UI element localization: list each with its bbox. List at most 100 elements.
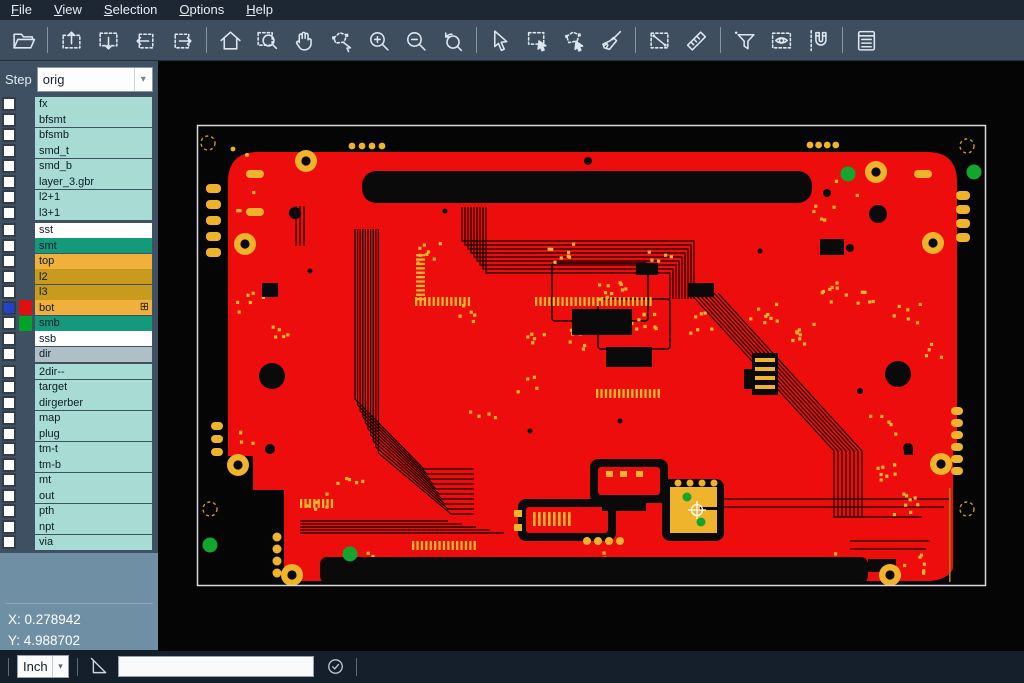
layer-row-tm-t[interactable]: tm-t xyxy=(0,442,158,457)
toolbar-zoom-out-button[interactable] xyxy=(397,24,434,57)
menu-help[interactable]: Help xyxy=(235,1,284,20)
toolbar-measure-line-button[interactable] xyxy=(641,24,678,57)
layer-row-bfsmt[interactable]: bfsmt xyxy=(0,113,158,128)
toolbar-pan-hand-button[interactable] xyxy=(286,24,323,57)
layer-visibility-checkbox[interactable] xyxy=(2,254,16,268)
layer-color-swatch[interactable] xyxy=(19,411,32,426)
toolbar-open-folder-button[interactable] xyxy=(5,24,42,57)
layer-visibility-checkbox[interactable] xyxy=(2,270,16,284)
layer-color-swatch[interactable] xyxy=(19,519,32,534)
units-select[interactable]: Inch ▾ xyxy=(17,655,69,678)
layer-visibility-checkbox[interactable] xyxy=(2,473,16,487)
toolbar-pan-left-button[interactable] xyxy=(127,24,164,57)
menu-selection[interactable]: Selection xyxy=(93,1,168,20)
layer-row-fx[interactable]: fx xyxy=(0,97,158,112)
layer-color-swatch[interactable] xyxy=(19,316,32,331)
layer-row-plug[interactable]: plug xyxy=(0,427,158,442)
layer-color-swatch[interactable] xyxy=(19,238,32,253)
command-input[interactable] xyxy=(118,656,314,677)
layer-visibility-checkbox[interactable] xyxy=(2,239,16,253)
layer-row-2dir-[interactable]: 2dir-- xyxy=(0,365,158,380)
layer-color-swatch[interactable] xyxy=(19,143,32,158)
layer-color-swatch[interactable] xyxy=(19,159,32,174)
toolbar-select-polygon-button[interactable] xyxy=(556,24,593,57)
layer-color-swatch[interactable] xyxy=(19,473,32,488)
layer-visibility-checkbox[interactable] xyxy=(2,97,16,111)
layer-visibility-checkbox[interactable] xyxy=(2,380,16,394)
layer-row-layer-3-gbr[interactable]: layer_3.gbr xyxy=(0,175,158,190)
layer-color-swatch[interactable] xyxy=(19,504,32,519)
layer-color-swatch[interactable] xyxy=(19,112,32,127)
toolbar-pan-up-button[interactable] xyxy=(53,24,90,57)
layer-color-swatch[interactable] xyxy=(19,300,32,315)
toolbar-snap-magnet-button[interactable] xyxy=(800,24,837,57)
toolbar-zoom-in-button[interactable] xyxy=(360,24,397,57)
layer-visibility-checkbox[interactable] xyxy=(2,427,16,441)
layer-row-dir[interactable]: dir xyxy=(0,347,158,362)
layer-row-npt[interactable]: npt xyxy=(0,520,158,535)
pcb-canvas[interactable] xyxy=(158,61,1024,650)
layer-row-pth[interactable]: pth xyxy=(0,504,158,519)
layer-visibility-checkbox[interactable] xyxy=(2,175,16,189)
layer-row-bfsmb[interactable]: bfsmb xyxy=(0,128,158,143)
layer-visibility-checkbox[interactable] xyxy=(2,113,16,127)
layer-visibility-checkbox[interactable] xyxy=(2,535,16,549)
apply-refresh-icon[interactable] xyxy=(322,654,348,680)
toolbar-zoom-window-button[interactable] xyxy=(249,24,286,57)
layer-row-bot[interactable]: bot⊞ xyxy=(0,301,158,316)
menu-view[interactable]: View xyxy=(43,1,93,20)
layer-visibility-checkbox[interactable] xyxy=(2,159,16,173)
layer-color-swatch[interactable] xyxy=(19,347,32,362)
layer-color-swatch[interactable] xyxy=(19,254,32,269)
layer-visibility-checkbox[interactable] xyxy=(2,144,16,158)
layer-visibility-checkbox[interactable] xyxy=(2,504,16,518)
toolbar-zoom-polygon-button[interactable] xyxy=(323,24,360,57)
layer-row-smd-b[interactable]: smd_b xyxy=(0,159,158,174)
toolbar-pan-right-button[interactable] xyxy=(164,24,201,57)
layer-color-swatch[interactable] xyxy=(19,269,32,284)
layer-color-swatch[interactable] xyxy=(19,331,32,346)
layer-row-smt[interactable]: smt xyxy=(0,239,158,254)
toolbar-pan-down-button[interactable] xyxy=(90,24,127,57)
toolbar-filter-button[interactable] xyxy=(726,24,763,57)
layer-visibility-checkbox[interactable] xyxy=(2,365,16,379)
layer-color-swatch[interactable] xyxy=(19,442,32,457)
layer-visibility-checkbox[interactable] xyxy=(2,285,16,299)
layer-row-l2-1[interactable]: l2+1 xyxy=(0,190,158,205)
layer-row-map[interactable]: map xyxy=(0,411,158,426)
layer-visibility-checkbox[interactable] xyxy=(2,489,16,503)
layer-row-sst[interactable]: sst xyxy=(0,223,158,238)
layer-color-swatch[interactable] xyxy=(19,190,32,205)
layer-row-l3-1[interactable]: l3+1 xyxy=(0,206,158,221)
layer-color-swatch[interactable] xyxy=(19,488,32,503)
layer-color-swatch[interactable] xyxy=(19,205,32,220)
layer-row-smb[interactable]: smb xyxy=(0,316,158,331)
layer-visibility-checkbox[interactable] xyxy=(2,458,16,472)
layer-visibility-checkbox[interactable] xyxy=(2,316,16,330)
toolbar-select-rectangle-button[interactable] xyxy=(519,24,556,57)
layer-color-swatch[interactable] xyxy=(19,97,32,112)
layer-visibility-checkbox[interactable] xyxy=(2,301,16,315)
layer-color-swatch[interactable] xyxy=(19,457,32,472)
layer-color-swatch[interactable] xyxy=(19,535,32,550)
menu-file[interactable]: File xyxy=(0,1,43,20)
toolbar-brush-button[interactable] xyxy=(593,24,630,57)
layer-row-mt[interactable]: mt xyxy=(0,473,158,488)
layer-visibility-checkbox[interactable] xyxy=(2,520,16,534)
layer-visibility-checkbox[interactable] xyxy=(2,396,16,410)
layer-color-swatch[interactable] xyxy=(19,380,32,395)
toolbar-zoom-previous-button[interactable] xyxy=(434,24,471,57)
layer-visibility-checkbox[interactable] xyxy=(2,223,16,237)
layer-color-swatch[interactable] xyxy=(19,426,32,441)
layer-row-via[interactable]: via xyxy=(0,535,158,550)
toolbar-select-pointer-button[interactable] xyxy=(482,24,519,57)
angle-triangle-icon[interactable] xyxy=(86,654,112,680)
layer-visibility-checkbox[interactable] xyxy=(2,206,16,220)
toolbar-home-button[interactable] xyxy=(212,24,249,57)
layer-row-ssb[interactable]: ssb xyxy=(0,332,158,347)
layer-visibility-checkbox[interactable] xyxy=(2,128,16,142)
menu-options[interactable]: Options xyxy=(168,1,235,20)
layer-color-swatch[interactable] xyxy=(19,395,32,410)
layer-row-smd-t[interactable]: smd_t xyxy=(0,144,158,159)
layer-visibility-checkbox[interactable] xyxy=(2,190,16,204)
